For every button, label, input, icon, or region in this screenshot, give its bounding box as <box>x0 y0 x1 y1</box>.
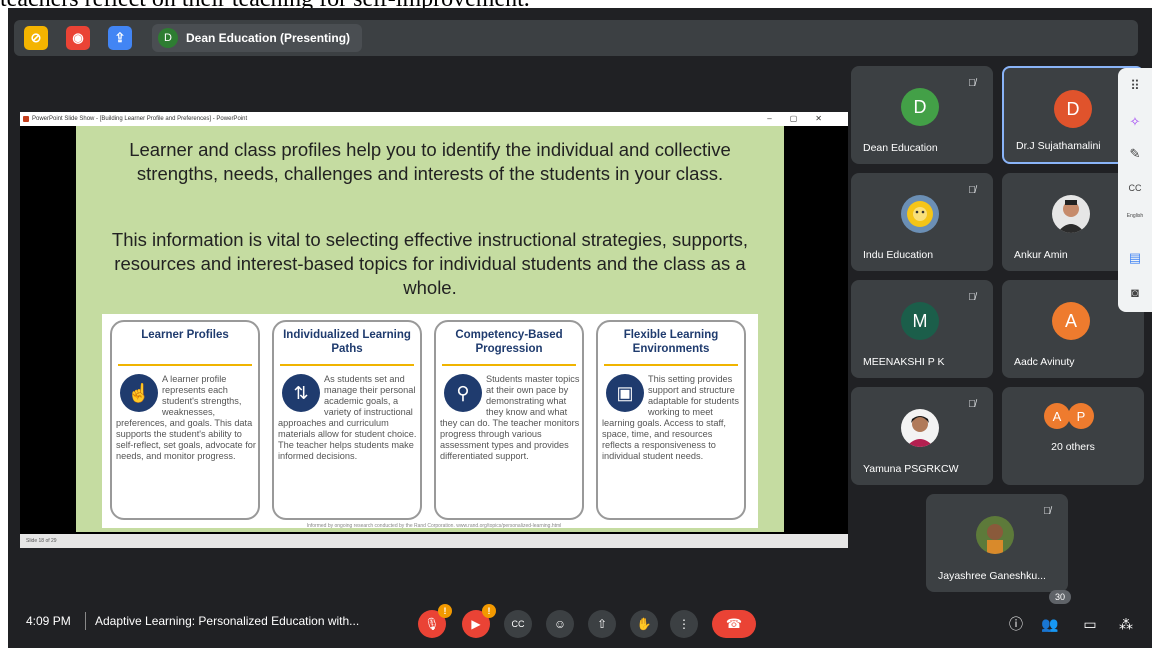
participant-tile[interactable]: 🎙̸ Jayashree Ganeshku... <box>926 494 1068 592</box>
avatar: M <box>901 302 939 340</box>
more-options-button[interactable]: ⋮ <box>670 610 698 638</box>
info-icon[interactable]: ⓘ <box>1006 614 1026 634</box>
mic-off-icon: 🎙̸ <box>968 291 976 303</box>
presenter-chip[interactable]: D Dean Education (Presenting) <box>152 24 363 52</box>
slide-footer: Informed by ongoing research conducted b… <box>306 523 562 529</box>
effects-icon[interactable]: ✧ <box>1123 112 1147 132</box>
captions-button[interactable]: CC <box>504 610 532 638</box>
emoji-button[interactable]: ☺ <box>546 610 574 638</box>
card-title: Competency-Based Progression <box>455 329 563 355</box>
avatar: A <box>1044 403 1070 429</box>
slide-paragraph-1: Learner and class profiles help you to i… <box>129 139 731 184</box>
chat-icon[interactable]: ▭ <box>1080 614 1100 634</box>
sunflower-photo <box>901 195 939 233</box>
card-title: Individualized Learning Paths <box>283 329 411 355</box>
window-controls: –▢✕ <box>767 114 840 123</box>
card-learner-profiles: Learner Profiles ☝ A learner profile rep… <box>110 320 260 520</box>
child-photo <box>976 516 1014 554</box>
present-button[interactable]: ⇧ <box>588 610 616 638</box>
people-icon[interactable]: 👥 <box>1040 614 1060 634</box>
participant-name: Indu Education <box>863 249 934 261</box>
clock: 4:09 PM <box>26 614 71 628</box>
participant-name: Jayashree Ganeshku... <box>938 570 1046 582</box>
meeting-title: Adaptive Learning: Personalized Educatio… <box>95 614 360 628</box>
leave-call-button[interactable]: ☎ <box>712 610 756 638</box>
presentation-bar: ⊘ ◉ ⇪ D Dean Education (Presenting) <box>14 20 1138 56</box>
card-flexible-environments: Flexible Learning Environments ▣ This se… <box>596 320 746 520</box>
person-photo <box>1052 195 1090 233</box>
ppt-titlebar: PowerPoint Slide Show - [Building Learne… <box>20 112 848 126</box>
slide-paragraph-2: This information is vital to selecting e… <box>111 229 749 298</box>
presenter-avatar: D <box>158 28 178 48</box>
caption-language[interactable]: English <box>1123 206 1147 226</box>
card-title: Flexible Learning Environments <box>623 329 719 355</box>
card-body: As students set and manage their persona… <box>278 374 417 461</box>
others-avatars: A P <box>1044 403 1094 429</box>
person-photo <box>901 409 939 447</box>
people-count-badge: 30 <box>1049 590 1071 604</box>
meet-window: ⊘ ◉ ⇪ D Dean Education (Presenting) Powe… <box>8 8 1152 648</box>
card-divider <box>442 364 576 366</box>
notes-icon[interactable]: ▤ <box>1123 248 1147 268</box>
shared-screen: PowerPoint Slide Show - [Building Learne… <box>20 112 848 548</box>
card-body: Students master topics at their own pace… <box>440 374 580 461</box>
card-divider <box>604 364 738 366</box>
mic-off-icon: 🎙̸ <box>968 398 976 410</box>
record-icon[interactable]: ◉ <box>66 26 90 50</box>
participant-tile[interactable]: 🎙̸ D Dean Education <box>851 66 993 164</box>
apps-grid-icon[interactable]: ⠿ <box>1123 76 1147 96</box>
participant-tile[interactable]: 🎙̸ Yamuna PSGRKCW <box>851 387 993 485</box>
participant-name: Dean Education <box>863 142 938 154</box>
card-body: This setting provides support and struct… <box>602 374 739 461</box>
others-count: 20 others <box>1051 441 1095 453</box>
card-body: A learner profile represents each studen… <box>116 374 256 461</box>
mic-off-icon: 🎙̸ <box>1043 505 1051 517</box>
card-learning-paths: Individualized Learning Paths ⇅ As stude… <box>272 320 422 520</box>
camera-toggle-button[interactable]: ▶! <box>462 604 496 638</box>
share-icon[interactable]: ⇪ <box>108 26 132 50</box>
participant-name: Yamuna PSGRKCW <box>863 463 959 475</box>
presenting-label: Dean Education (Presenting) <box>186 31 351 45</box>
whiteboard-pen-icon[interactable]: ✎ <box>1123 144 1147 164</box>
page-caption: teachers reflect on their teaching for s… <box>0 0 1152 8</box>
participant-name: MEENAKSHI P K <box>863 356 945 368</box>
ppt-status-bar: Slide 18 of 29 <box>20 534 848 548</box>
card-title: Learner Profiles <box>141 329 229 341</box>
mic-off-icon: 🎙̸ <box>968 184 976 196</box>
ppt-window-title: PowerPoint Slide Show - [Building Learne… <box>32 116 248 122</box>
participant-tile[interactable]: 🎙̸ M MEENAKSHI P K <box>851 280 993 378</box>
participant-name: Dr.J Sujathamalini <box>1016 140 1101 152</box>
mic-off-icon: 🎙̸ <box>968 77 976 89</box>
activities-icon[interactable]: ⁂ <box>1116 614 1136 634</box>
participant-name: Ankur Amin <box>1014 249 1068 261</box>
mic-toggle-button[interactable]: 🎙! <box>418 604 452 638</box>
avatar: P <box>1068 403 1094 429</box>
avatar: A <box>1052 302 1090 340</box>
no-camera-icon[interactable]: ⊘ <box>24 26 48 50</box>
warning-icon: ! <box>482 604 496 618</box>
captions-icon[interactable]: CC <box>1123 178 1147 198</box>
warning-icon: ! <box>438 604 452 618</box>
participant-name: Aadc Avinuty <box>1014 356 1075 368</box>
slide-cards: Learner Profiles ☝ A learner profile rep… <box>102 314 758 528</box>
avatar: D <box>901 88 939 126</box>
side-activity-panel: ⠿ ✧ ✎ CC English ▤ ◙ <box>1118 68 1152 312</box>
avatar: D <box>1054 90 1092 128</box>
control-bar: 4:09 PM Adaptive Learning: Personalized … <box>8 590 1152 648</box>
card-competency-progression: Competency-Based Progression ⚲ Students … <box>434 320 584 520</box>
powerpoint-icon <box>23 116 29 122</box>
raise-hand-button[interactable]: ✋ <box>630 610 658 638</box>
participant-tile[interactable]: 🎙̸ Indu Education <box>851 173 993 271</box>
divider <box>85 612 86 630</box>
slide: Learner and class profiles help you to i… <box>76 126 784 532</box>
card-divider <box>280 364 414 366</box>
card-divider <box>118 364 252 366</box>
others-tile[interactable]: A P 20 others <box>1002 387 1144 485</box>
camera-icon[interactable]: ◙ <box>1123 282 1147 302</box>
